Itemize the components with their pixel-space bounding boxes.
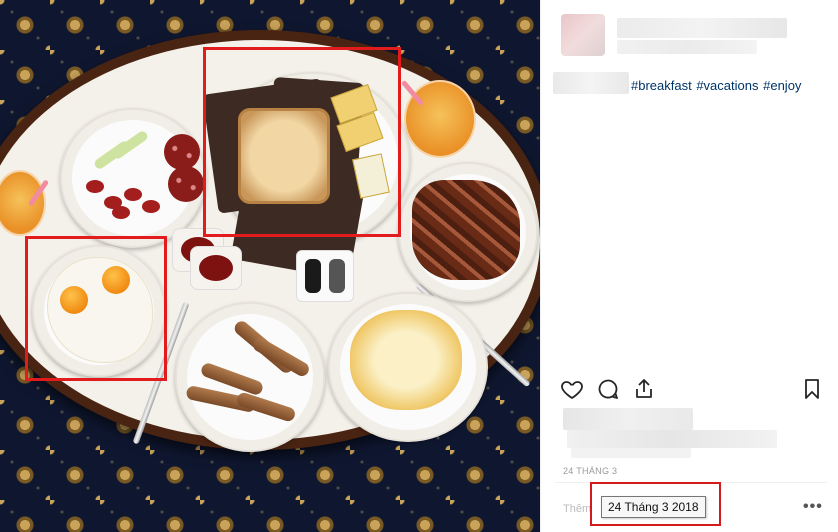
comment-bubble-icon[interactable]: [595, 376, 621, 402]
hashtag-link[interactable]: #enjoy: [763, 78, 801, 93]
bookmark-icon[interactable]: [799, 376, 825, 402]
caption-author-blurred[interactable]: [553, 72, 629, 94]
salami: [168, 166, 204, 202]
heart-icon[interactable]: [559, 376, 585, 402]
likes-detail-blurred: [567, 430, 777, 448]
likes-extra-blurred: [571, 448, 691, 458]
hashtag-link[interactable]: #breakfast: [631, 78, 692, 93]
tomato: [112, 206, 130, 219]
omelet: [350, 310, 462, 410]
add-comment-input[interactable]: Thêm: [563, 503, 591, 515]
bacon: [412, 180, 520, 280]
more-options-button[interactable]: •••: [803, 498, 823, 516]
avatar[interactable]: [561, 14, 605, 56]
post-photo[interactable]: [0, 0, 540, 532]
salt-pepper-dish: [296, 250, 354, 302]
tomato: [124, 188, 142, 201]
share-icon[interactable]: [631, 376, 657, 402]
highlight-box-date: [590, 482, 721, 526]
highlight-box-egg: [25, 236, 167, 381]
ketchup-ramekin: [190, 246, 242, 290]
post-date[interactable]: 24 THÁNG 3: [563, 466, 617, 476]
username-blurred[interactable]: [617, 18, 787, 38]
caption-hashtags: #breakfast #vacations #enjoy: [631, 78, 802, 93]
hashtag-link[interactable]: #vacations: [696, 78, 758, 93]
likes-blurred[interactable]: [563, 408, 693, 430]
sausage-plate: [175, 302, 325, 452]
post-sidebar: #breakfast #vacations #enjoy 24 THÁNG 3 …: [540, 0, 838, 532]
post-actions: [555, 376, 827, 406]
salami: [164, 134, 200, 170]
tomato: [86, 180, 104, 193]
location-blurred: [617, 40, 757, 54]
highlight-box-toast: [203, 47, 401, 237]
tomato: [142, 200, 160, 213]
